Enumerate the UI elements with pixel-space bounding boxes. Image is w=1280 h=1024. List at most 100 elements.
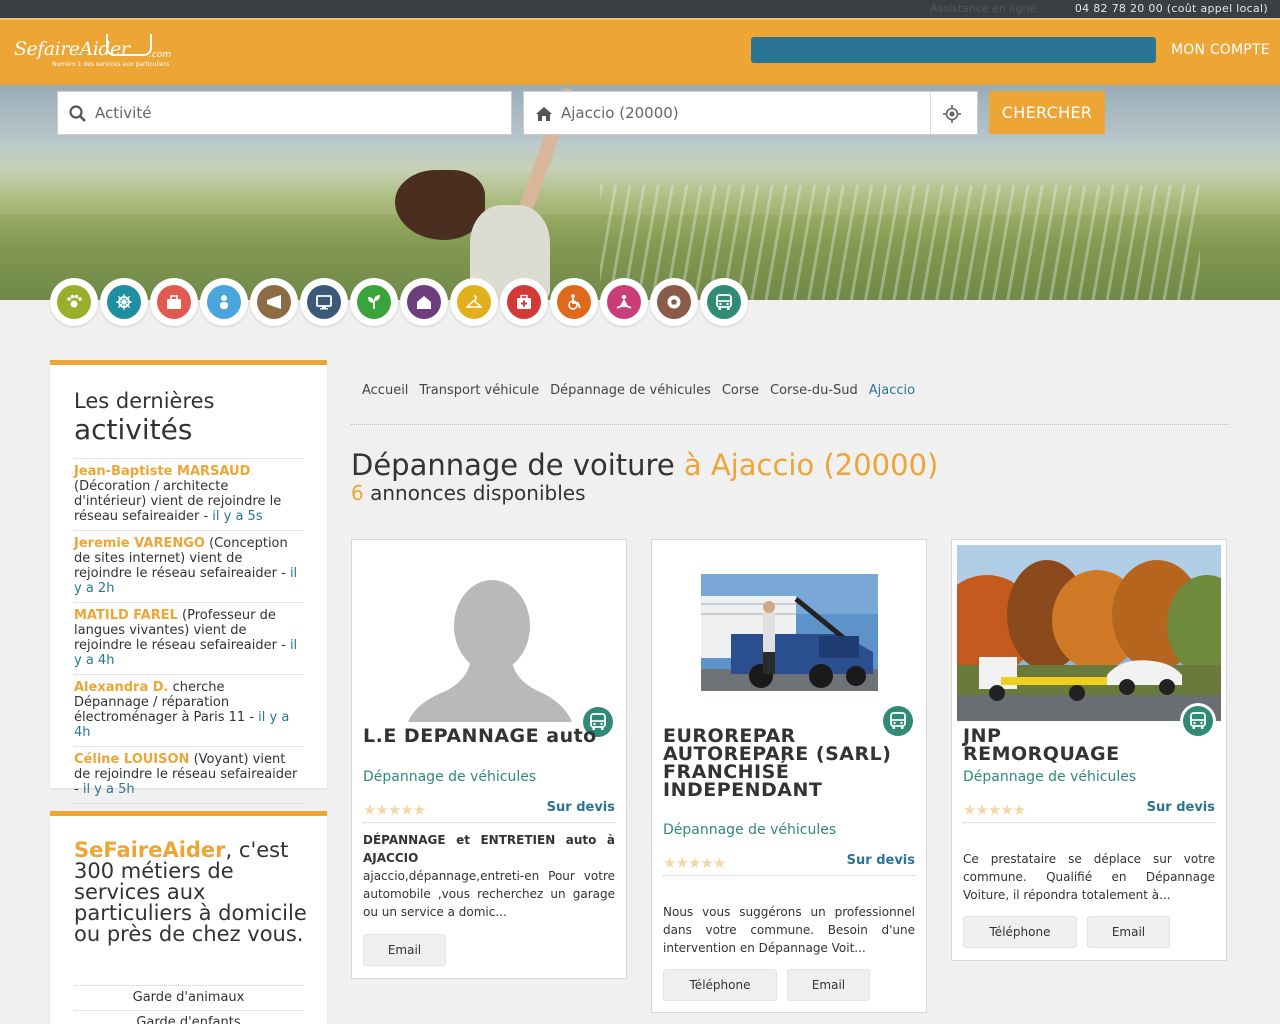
- provider-card[interactable]: L.E DEPANNAGE auto Dépannage de véhicule…: [351, 539, 627, 979]
- provider-category[interactable]: Dépannage de véhicules: [363, 769, 536, 785]
- geolocate-icon[interactable]: [943, 105, 961, 123]
- page-title: Dépannage de voiture à Ajaccio (20000): [351, 448, 938, 482]
- provider-card[interactable]: EUROREPAR AUTOREPARE (SARL) FRANCHISÉ IN…: [651, 539, 927, 1013]
- activity-user[interactable]: Céline LOUISON: [74, 752, 189, 767]
- meditation-icon: [616, 294, 632, 309]
- activity-input[interactable]: Activité: [57, 91, 512, 135]
- city-input[interactable]: Ajaccio (20000): [523, 91, 978, 135]
- header-search-bar[interactable]: [751, 37, 1156, 63]
- panel-title-line2: activités: [74, 413, 193, 446]
- category-evenementiel[interactable]: [250, 278, 298, 326]
- breadcrumb-item[interactable]: Accueil: [362, 383, 408, 398]
- latest-activities-panel: Les dernières activités Jean-Baptiste MA…: [50, 360, 327, 804]
- top-bar: Assistance en ligne 04 82 78 20 00 (coût…: [0, 0, 1280, 18]
- house-icon: [417, 296, 431, 309]
- activity-user[interactable]: Alexandra D.: [74, 680, 169, 695]
- header: SefaireAider .com Numéro 1 des services …: [0, 20, 1280, 85]
- monitor-icon: [316, 295, 332, 310]
- megaphone-icon: [267, 295, 281, 309]
- activity-user[interactable]: MATILD FAREL: [74, 608, 178, 623]
- email-button[interactable]: Email: [1087, 916, 1170, 948]
- results-count: 6 annonces disponibles: [351, 481, 586, 505]
- provider-photo-towing: [957, 545, 1221, 721]
- logo[interactable]: SefaireAider .com Numéro 1 des services …: [14, 34, 174, 74]
- transport-badge: [1180, 703, 1216, 739]
- phone-number[interactable]: 04 82 78 20 00 (coût appel local): [1075, 2, 1268, 15]
- category-links: Garde d'animaux Garde d'enfants: [74, 985, 303, 1024]
- category-enfants[interactable]: [200, 278, 248, 326]
- category-transport[interactable]: [700, 278, 748, 326]
- category-circle: [57, 285, 91, 319]
- activity-time[interactable]: il y a 5s: [212, 509, 262, 524]
- phone-button[interactable]: Téléphone: [963, 916, 1077, 948]
- price-label: Sur devis: [846, 853, 915, 868]
- provider-card[interactable]: JNP REMORQUAGE Dépannage de véhicules ★★…: [951, 539, 1227, 961]
- category-sport[interactable]: [650, 278, 698, 326]
- category-circle: [557, 285, 591, 319]
- rating-row: ★★★★★ Sur devis: [363, 795, 615, 823]
- price-label: Sur devis: [1146, 800, 1215, 815]
- category-link[interactable]: Garde d'animaux: [74, 986, 303, 1011]
- provider-name[interactable]: EUROREPAR AUTOREPARE (SARL) FRANCHISÉ IN…: [663, 727, 917, 800]
- ball-icon: [667, 295, 681, 309]
- search-button[interactable]: CHERCHER: [989, 91, 1105, 134]
- breadcrumb-item[interactable]: Corse: [722, 383, 759, 398]
- price-label: Sur devis: [546, 800, 615, 815]
- breadcrumb-divider: [351, 424, 1229, 425]
- activity-item: Céline LOUISON (Voyant) vient de rejoind…: [74, 747, 303, 804]
- category-circle: [607, 285, 641, 319]
- category-circle: [707, 285, 741, 319]
- category-informatique[interactable]: [300, 278, 348, 326]
- category-repassage[interactable]: [450, 278, 498, 326]
- category-circle: [407, 285, 441, 319]
- paw-icon: [67, 294, 82, 308]
- tow-truck-photo: [701, 574, 878, 691]
- category-animaux[interactable]: [50, 278, 98, 326]
- baby-icon: [220, 295, 228, 309]
- category-link[interactable]: Garde d'enfants: [74, 1011, 303, 1024]
- my-account-link[interactable]: MON COMPTE: [1171, 42, 1270, 58]
- category-nautisme[interactable]: [100, 278, 148, 326]
- category-circle: [457, 285, 491, 319]
- email-button[interactable]: Email: [363, 934, 446, 966]
- category-circle: [657, 285, 691, 319]
- page-title-service: Dépannage de voiture: [351, 448, 675, 482]
- breadcrumb-item[interactable]: Dépannage de véhicules: [550, 383, 711, 398]
- phone-button[interactable]: Téléphone: [663, 969, 777, 1001]
- provider-description: Ce prestataire se déplace sur votre comm…: [963, 852, 1215, 902]
- provider-name[interactable]: JNP REMORQUAGE: [963, 727, 1123, 764]
- logo-tagline: Numéro 1 des services aux particuliers: [52, 61, 170, 68]
- helm-icon: [116, 294, 132, 310]
- category-jardinage[interactable]: [350, 278, 398, 326]
- category-menage[interactable]: [400, 278, 448, 326]
- rating-row: ★★★★★ Sur devis: [663, 848, 915, 876]
- breadcrumb-item[interactable]: Ajaccio: [869, 383, 915, 398]
- plant-icon: [368, 295, 380, 309]
- category-circle: [207, 285, 241, 319]
- logo-people-icon: [106, 34, 152, 56]
- activity-time[interactable]: il y a 5h: [83, 782, 135, 797]
- rating-row: ★★★★★ Sur devis: [963, 795, 1215, 823]
- activity-item: Jeremie VARENGO (Conception de sites int…: [74, 531, 303, 603]
- provider-description: DÉPANNAGE et ENTRETIEN auto à AJACCIO aja…: [363, 831, 615, 921]
- category-circle: [257, 285, 291, 319]
- breadcrumb: Accueil Transport véhicule Dépannage de vé…: [362, 383, 926, 398]
- activity-user[interactable]: Jeremie VARENGO: [74, 536, 205, 551]
- rating-stars: ★★★★★: [363, 801, 426, 819]
- category-bricolage[interactable]: [150, 278, 198, 326]
- search-icon: [69, 105, 86, 122]
- category-sante[interactable]: [500, 278, 548, 326]
- category-circle: [307, 285, 341, 319]
- breadcrumb-item[interactable]: Corse-du-Sud: [770, 383, 858, 398]
- activity-user[interactable]: Jean-Baptiste MARSAUD: [74, 464, 250, 479]
- provider-category[interactable]: Dépannage de véhicules: [963, 769, 1136, 785]
- provider-name[interactable]: L.E DEPANNAGE auto: [363, 727, 617, 746]
- email-button[interactable]: Email: [787, 969, 870, 1001]
- category-bien-etre[interactable]: [600, 278, 648, 326]
- category-handicap[interactable]: [550, 278, 598, 326]
- activity-item: Jean-Baptiste MARSAUD (Décoration / arch…: [74, 459, 303, 531]
- activity-list: Jean-Baptiste MARSAUD (Décoration / arch…: [74, 458, 303, 804]
- breadcrumb-item[interactable]: Transport véhicule: [419, 383, 539, 398]
- bus-icon: [716, 294, 732, 310]
- provider-category[interactable]: Dépannage de véhicules: [663, 822, 836, 838]
